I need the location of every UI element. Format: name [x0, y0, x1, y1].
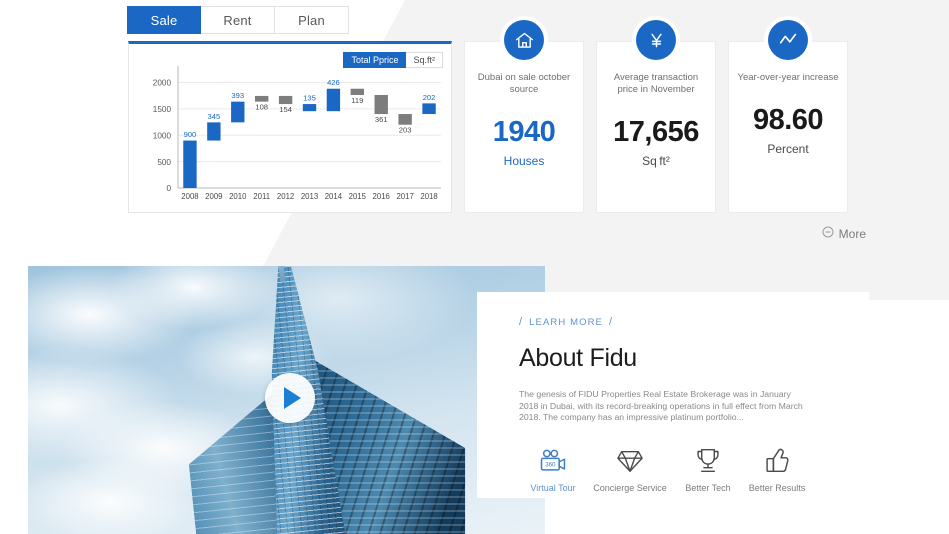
feature-label: Concierge Service	[593, 482, 667, 493]
waterfall-bar[interactable]	[278, 95, 293, 105]
bar-value-label: 154	[279, 105, 292, 114]
minus-circle-icon	[822, 226, 834, 241]
stat-caption: Dubai on sale october source	[477, 72, 571, 95]
toggle-sqft[interactable]: Sq.ft²	[406, 52, 443, 68]
x-axis-tick-label: 2009	[205, 192, 222, 201]
diamond-icon	[616, 442, 644, 474]
waterfall-bar[interactable]	[422, 103, 436, 115]
x-axis-tick-label: 2014	[325, 192, 343, 201]
x-axis-tick-label: 2010	[229, 192, 247, 201]
x-axis-tick-label: 2017	[396, 192, 413, 201]
slash-left: /	[519, 316, 524, 328]
learn-more-eyebrow[interactable]: / LEARH MORE /	[519, 316, 869, 328]
video-360-icon: 360	[538, 442, 568, 474]
bar-value-label: 361	[375, 115, 388, 124]
tab-plan[interactable]: Plan	[275, 6, 349, 34]
about-description: The genesis of FIDU Properties Real Esta…	[519, 389, 803, 422]
trend-line-icon	[768, 20, 808, 60]
more-button[interactable]: More	[822, 226, 866, 241]
chart-unit-toggle-group: Total Pprice Sq.ft²	[343, 52, 443, 68]
waterfall-bar[interactable]	[350, 88, 365, 95]
y-axis-tick-label: 0	[166, 184, 171, 193]
stat-card-yoy-increase[interactable]: Year-over-year increase 98.60 Percent	[728, 20, 848, 213]
stat-value: 1940	[492, 116, 556, 148]
x-axis-tick-label: 2012	[277, 192, 294, 201]
play-triangle	[284, 387, 301, 409]
waterfall-chart-svg: 0 500 1000 1500 2000 900 2008 345 2009 393 2010 108…	[153, 66, 441, 201]
waterfall-bar[interactable]	[207, 122, 221, 141]
bar-value-label: 202	[423, 93, 436, 102]
y-axis-tick-label: 500	[157, 158, 171, 167]
tab-sale[interactable]: Sale	[127, 6, 201, 34]
bar-value-label: 393	[231, 91, 244, 100]
stat-caption: Year-over-year increase	[737, 72, 839, 83]
bar-value-label: 900	[184, 130, 197, 139]
x-axis-tick-label: 2015	[349, 192, 367, 201]
burj-khalifa-photo	[179, 266, 508, 534]
waterfall-bar[interactable]	[398, 114, 412, 125]
page-title: About Fidu	[519, 344, 637, 372]
feature-better-results[interactable]: Better Results	[743, 442, 811, 493]
stat-unit: Percent	[767, 142, 809, 156]
about-panel: / LEARH MORE / About Fidu The genesis of…	[477, 292, 869, 498]
feature-label: Better Results	[748, 482, 806, 493]
more-label: More	[838, 226, 866, 241]
stat-value: 17,656	[613, 116, 699, 148]
waterfall-bar[interactable]	[254, 95, 269, 102]
x-axis-tick-label: 2016	[373, 192, 390, 201]
waterfall-bar[interactable]	[231, 101, 245, 123]
home-icon	[504, 20, 544, 60]
feature-concierge-service[interactable]: Concierge Service	[587, 442, 673, 493]
waterfall-chart-panel: Total Pprice Sq.ft² 0 500 1000 1500 2000 900 2…	[128, 41, 452, 213]
toggle-total-price[interactable]: Total Pprice	[343, 52, 407, 68]
bar-value-label: 108	[255, 103, 268, 112]
yen-currency-icon	[636, 20, 676, 60]
x-axis-tick-label: 2013	[301, 192, 318, 201]
waterfall-bar[interactable]	[183, 140, 197, 188]
dashboard-page: Sale Rent Plan Total Pprice Sq.ft² 0 500 1…	[0, 0, 949, 534]
x-axis-tick-label: 2018	[420, 192, 437, 201]
feature-label: Virtual Tour	[530, 482, 576, 493]
feature-better-tech[interactable]: Better Tech	[673, 442, 743, 493]
waterfall-bar[interactable]	[326, 88, 341, 112]
bar-value-label: 135	[303, 94, 316, 103]
y-axis-tick-label: 2000	[153, 79, 172, 88]
tab-rent[interactable]: Rent	[201, 6, 275, 34]
waterfall-bar[interactable]	[302, 104, 317, 112]
bar-value-label: 426	[327, 78, 340, 87]
segment-tabs: Sale Rent Plan	[127, 6, 349, 34]
x-axis-tick-label: 2008	[181, 192, 198, 201]
stat-caption: Average transaction price in November	[613, 72, 699, 95]
left-page-margin	[0, 0, 28, 534]
feature-virtual-tour[interactable]: 360 Virtual Tour	[519, 442, 587, 493]
stat-unit: Sq ft²	[642, 154, 670, 168]
stat-card-avg-price[interactable]: Average transaction price in November 17…	[596, 20, 716, 213]
stat-unit: Houses	[503, 154, 545, 168]
waterfall-bar[interactable]	[374, 94, 388, 115]
bar-value-label: 203	[399, 126, 412, 135]
x-axis-tick-label: 2011	[253, 192, 270, 201]
svg-text:360: 360	[545, 461, 556, 468]
trophy-icon	[695, 442, 721, 474]
feature-list: 360 Virtual Tour Concierge Service Bette…	[519, 442, 869, 493]
stat-card-houses[interactable]: Dubai on sale october source 1940 Houses	[464, 20, 584, 213]
bar-value-label: 119	[351, 96, 363, 105]
feature-label: Better Tech	[685, 482, 731, 493]
thumbs-up-icon	[764, 442, 790, 474]
y-axis-tick-label: 1500	[153, 105, 172, 114]
learn-more-label: LEARH MORE	[529, 316, 603, 328]
slash-right: /	[608, 316, 614, 328]
play-icon[interactable]	[265, 373, 315, 423]
y-axis-tick-label: 1000	[153, 131, 172, 140]
bar-value-label: 345	[208, 112, 221, 121]
stat-value: 98.60	[752, 104, 824, 136]
